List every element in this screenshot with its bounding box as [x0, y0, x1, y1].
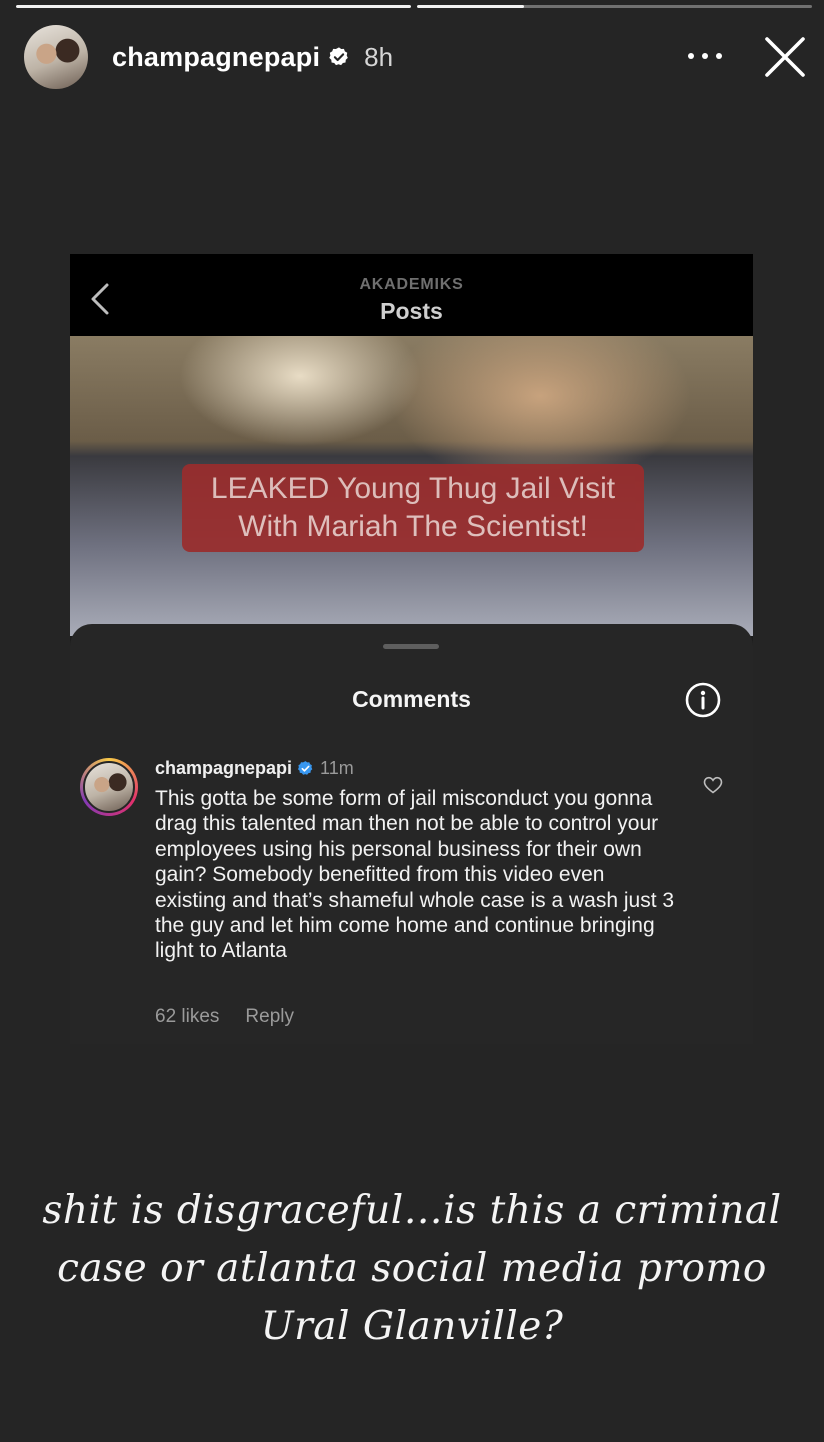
comment-username: champagnepapi [155, 758, 293, 778]
avatar[interactable] [24, 25, 88, 89]
close-icon[interactable] [762, 34, 808, 80]
more-options-icon[interactable] [688, 46, 722, 66]
info-icon [685, 682, 721, 718]
progress-segment-1 [16, 5, 411, 8]
verified-badge-icon [298, 761, 313, 775]
posts-header: AKADEMIKS Posts [70, 254, 753, 336]
video-label: LEAKED Young Thug Jail Visit With Mariah… [182, 464, 644, 552]
posts-title: Posts [380, 298, 443, 324]
embedded-screenshot: AKADEMIKS Posts LEAKED Young Thug Jail V… [70, 254, 753, 1044]
comment-time: 11m [320, 758, 354, 778]
comment-meta: 62 likes Reply [155, 1006, 294, 1028]
heart-icon [703, 776, 723, 794]
comments-sheet: Comments champagnepapi 11m This gotta be… [70, 624, 753, 1044]
story-caption: shit is disgraceful…is this a criminal c… [42, 1188, 782, 1349]
video-label-line-1: LEAKED Young Thug Jail Visit [210, 472, 616, 505]
progress-segment-2 [417, 5, 812, 8]
comment-header: champagnepapi 11m [155, 758, 354, 779]
story-header: champagnepapi 8h [24, 24, 808, 90]
verified-badge-icon [329, 47, 348, 66]
sheet-grabber [383, 644, 439, 649]
comment-reply: Reply [245, 1006, 294, 1027]
video-thumbnail: LEAKED Young Thug Jail Visit With Mariah… [70, 336, 753, 636]
username[interactable]: champagnepapi [112, 42, 320, 73]
posted-time: 8h [364, 41, 394, 72]
comments-title: Comments [352, 686, 471, 712]
video-label-line-2: With Mariah The Scientist! [238, 510, 588, 543]
comment-likes: 62 likes [155, 1006, 220, 1027]
comment-avatar [80, 758, 138, 816]
back-chevron-icon [91, 283, 109, 315]
account-name: AKADEMIKS [359, 276, 464, 293]
story-progress [16, 5, 812, 8]
comment-text: This gotta be some form of jail miscondu… [155, 787, 675, 963]
